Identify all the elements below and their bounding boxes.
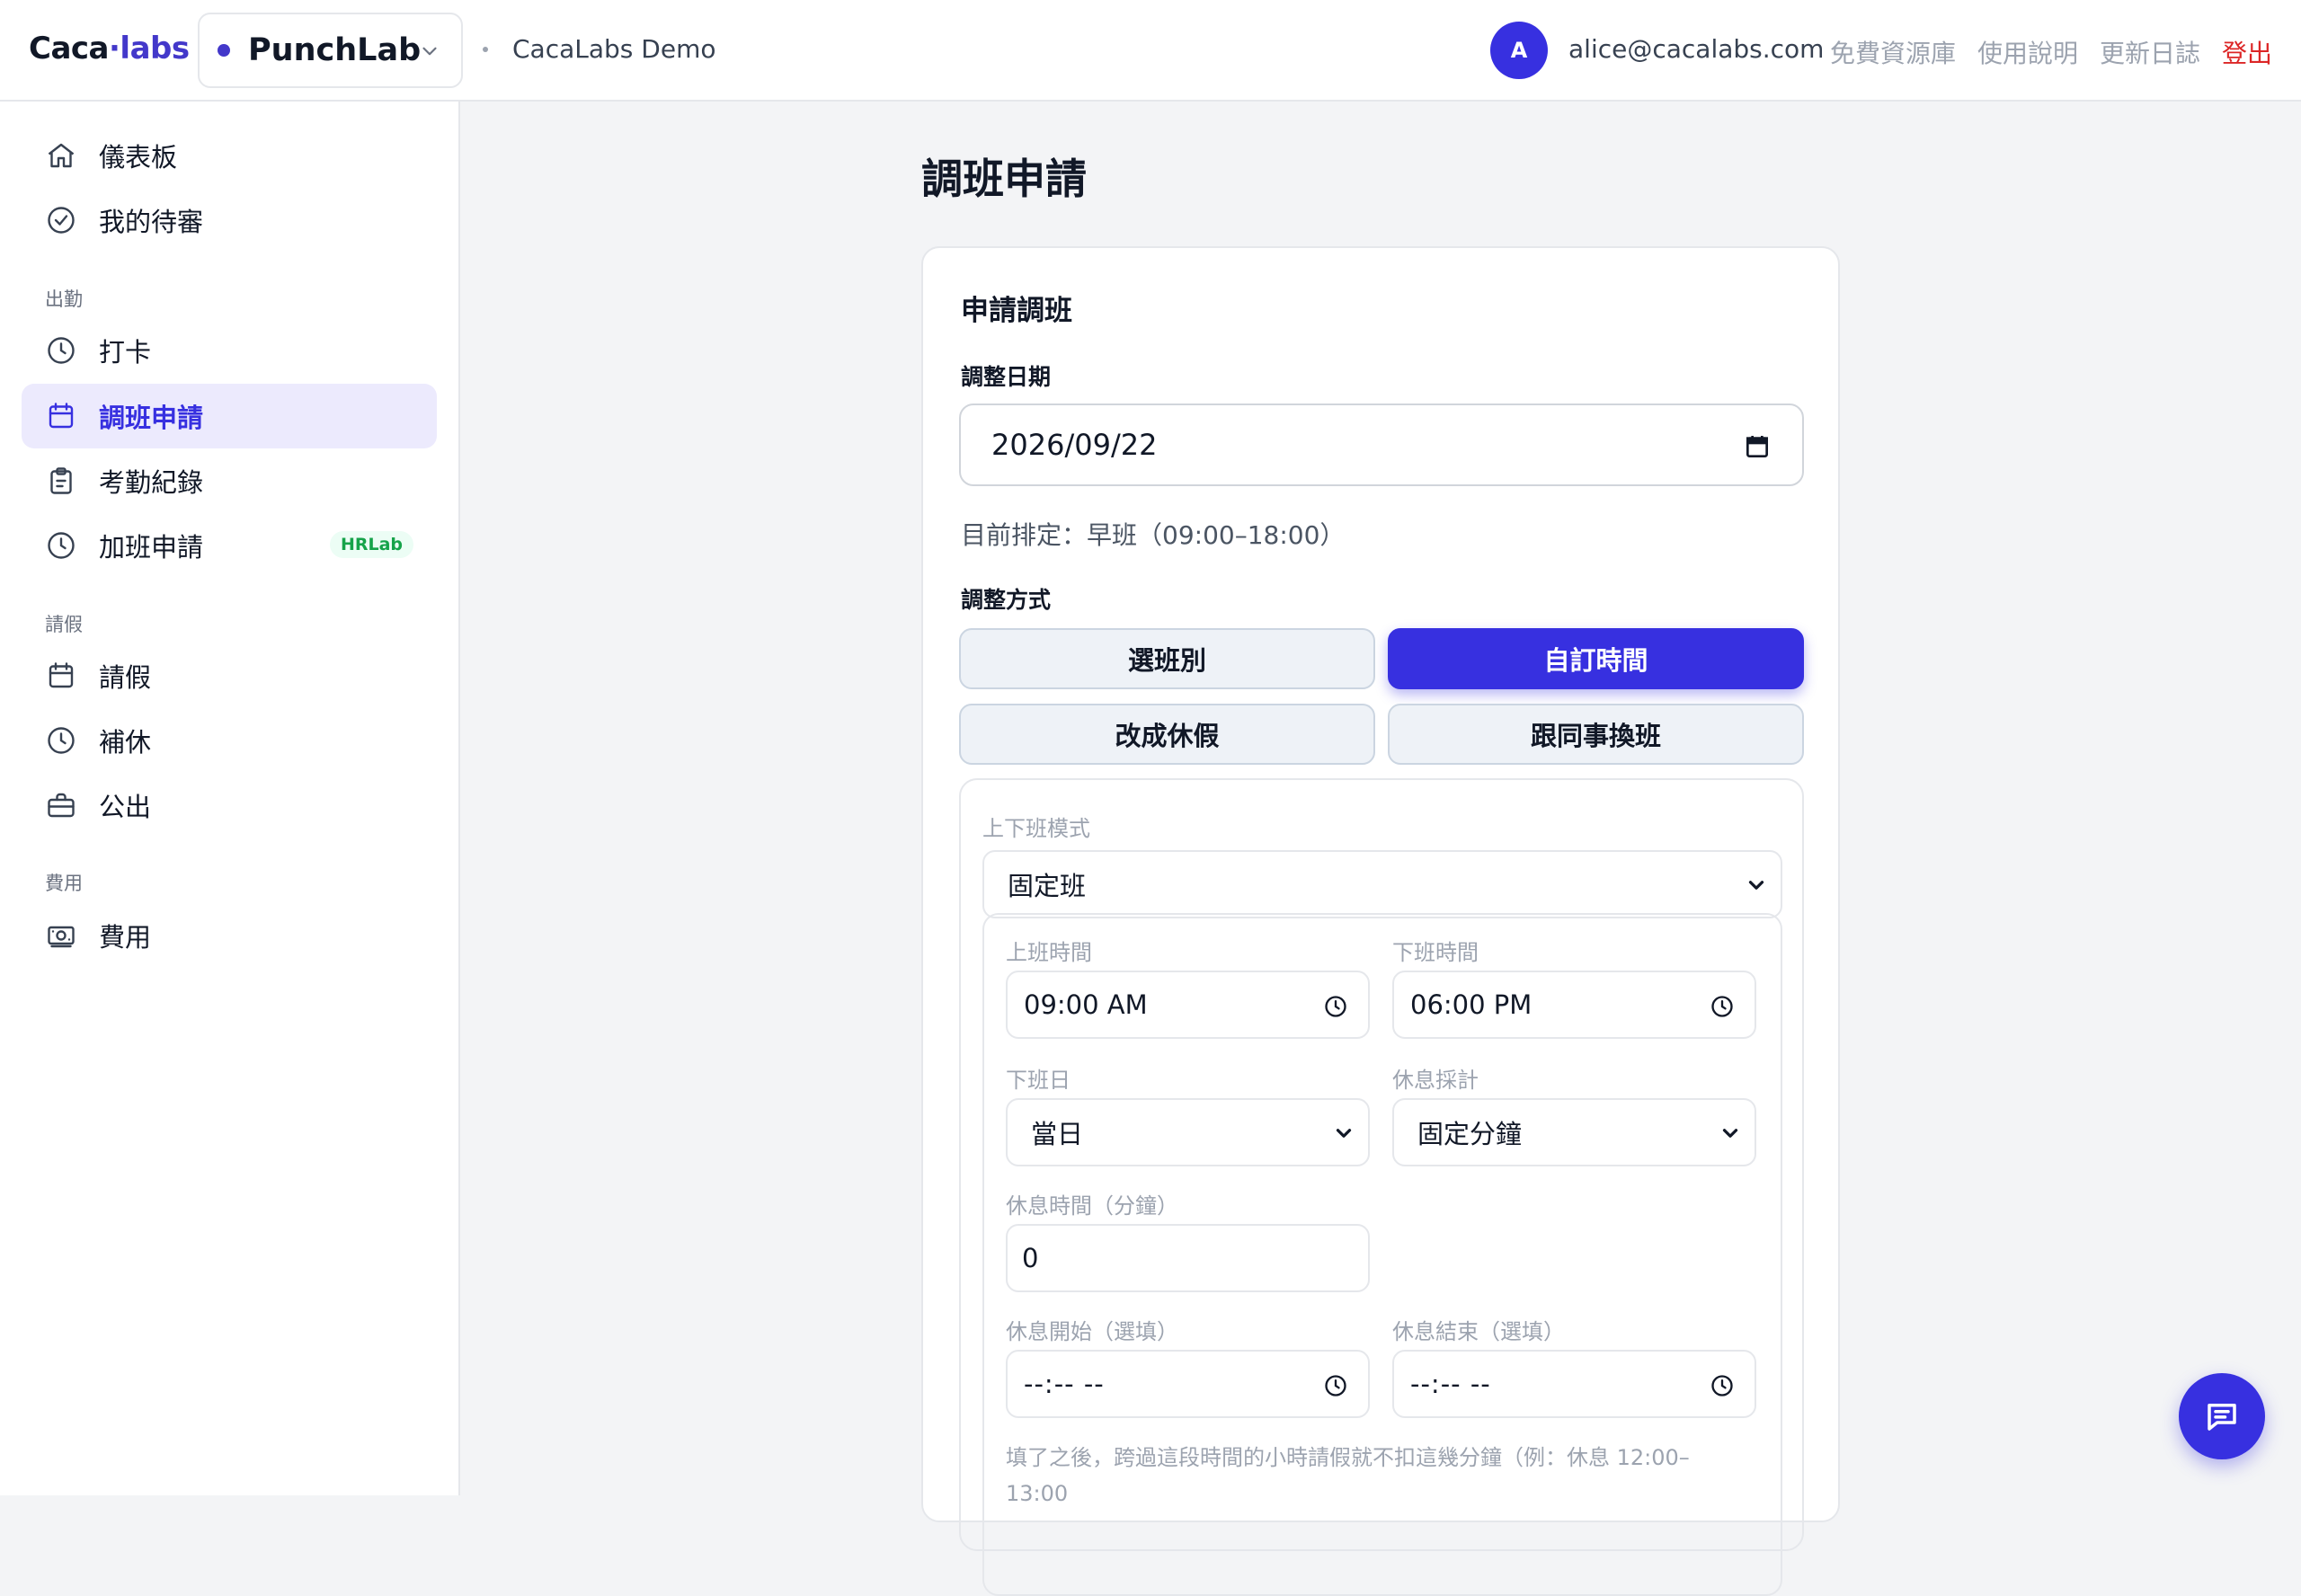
fixed-shift-panel: 上班時間 09:00 AM 下班時間 06:00 PM 下班日 當日 休息採計 … (982, 913, 1782, 1596)
sidebar-item-label: 費用 (99, 922, 152, 953)
start-time-input[interactable]: 09:00 AM (1006, 971, 1370, 1039)
chevron-down-icon (1748, 881, 1764, 890)
sidebar-item-comp-time[interactable]: 補休 (22, 708, 437, 773)
section-title-attendance: 出勤 (45, 288, 83, 310)
sidebar-item-label: 我的待審 (99, 207, 204, 237)
sidebar-item-label: 補休 (99, 727, 152, 758)
break-start-label: 休息開始（選填） (1006, 1319, 1178, 1344)
hrlab-badge: HRLab (329, 531, 413, 558)
sidebar-item-my-pending[interactable]: 我的待審 (22, 188, 437, 253)
mode-label: 調整方式 (961, 587, 1052, 613)
sidebar-item-leave[interactable]: 請假 (22, 643, 437, 708)
avatar[interactable]: A (1490, 22, 1548, 79)
clock-icon[interactable] (1323, 994, 1348, 1019)
end-time-label: 下班時間 (1392, 940, 1479, 965)
custom-time-panel: 上下班模式 固定班 上班時間 09:00 AM 下班時間 06:00 PM 下班… (959, 778, 1804, 1596)
break-end-input[interactable]: --:-- -- (1392, 1350, 1756, 1418)
work-mode-label: 上下班模式 (982, 816, 1090, 841)
current-schedule-note: 目前排定：早班（09:00–18:00） (961, 520, 1346, 550)
swap-with-colleague-button[interactable]: 跟同事換班 (1388, 704, 1804, 765)
choose-shift-button[interactable]: 選班別 (959, 628, 1375, 689)
sidebar-item-punch[interactable]: 打卡 (22, 318, 437, 383)
product-name: PunchLab (248, 32, 422, 68)
work-mode-value: 固定班 (1008, 871, 1087, 901)
brand-logo[interactable]: Caca·labs (29, 31, 190, 66)
work-mode-select[interactable]: 固定班 (982, 850, 1782, 918)
end-time-input[interactable]: 06:00 PM (1392, 971, 1756, 1039)
start-time-value: 09:00 AM (1024, 989, 1148, 1020)
sidebar-item-attendance-records[interactable]: 考勤紀錄 (22, 448, 437, 513)
logout-link[interactable]: 登出 (2222, 34, 2272, 70)
chat-icon (2208, 1404, 2236, 1431)
end-time-value: 06:00 PM (1410, 989, 1533, 1020)
end-day-label: 下班日 (1006, 1068, 1071, 1093)
sidebar-item-dashboard[interactable]: 儀表板 (22, 123, 437, 188)
home-icon (45, 139, 77, 172)
sidebar-item-label: 打卡 (99, 337, 152, 368)
user-email: alice@cacalabs.com (1568, 34, 1825, 64)
break-end-value: --:-- -- (1410, 1369, 1491, 1399)
section-title-expense: 費用 (45, 873, 83, 894)
guide-link[interactable]: 使用說明 (1977, 34, 2078, 70)
changelog-link[interactable]: 更新日誌 (2100, 34, 2200, 70)
break-start-input[interactable]: --:-- -- (1006, 1350, 1370, 1418)
calendar-icon (45, 400, 77, 432)
clipboard-icon (45, 465, 77, 497)
sidebar-item-shift-request[interactable]: 調班申請 (22, 384, 437, 448)
calendar-icon (45, 660, 77, 692)
calendar-icon[interactable] (1743, 432, 1772, 461)
end-day-value: 當日 (1031, 1119, 1084, 1149)
sidebar-item-label: 加班申請 (99, 532, 204, 563)
chevron-down-icon (1722, 1129, 1738, 1138)
clock-icon[interactable] (1710, 1373, 1735, 1398)
clock-icon (45, 334, 77, 367)
clock-icon[interactable] (1710, 994, 1735, 1019)
money-icon (45, 919, 77, 952)
sidebar-item-label: 考勤紀錄 (99, 467, 204, 498)
sidebar-item-overtime-request[interactable]: 加班申請 HRLab (22, 513, 437, 578)
break-minutes-input[interactable]: 0 (1006, 1224, 1370, 1292)
break-calc-value: 固定分鐘 (1417, 1119, 1523, 1149)
change-to-leave-button[interactable]: 改成休假 (959, 704, 1375, 765)
briefcase-icon (45, 789, 77, 821)
card-title: 申請調班 (961, 295, 1072, 327)
clock-icon[interactable] (1323, 1373, 1348, 1398)
resources-link[interactable]: 免費資源庫 (1830, 34, 1956, 70)
sidebar-item-label: 儀表板 (99, 142, 178, 173)
shift-request-card: 申請調班 調整日期 2026/09/22 目前排定：早班（09:00–18:00… (921, 246, 1840, 1596)
chevron-down-icon (422, 47, 437, 56)
break-end-label: 休息結束（選填） (1392, 1319, 1565, 1344)
org-name: CacaLabs Demo (512, 34, 716, 64)
break-hint-text: 填了之後，跨過這段時間的小時請假就不扣這幾分鐘（例：休息 12:00–13:00 (1006, 1445, 1690, 1506)
top-bar: Caca·labs PunchLab CacaLabs Demo A alice… (0, 0, 2301, 102)
date-value: 2026/09/22 (991, 428, 1158, 462)
sidebar-item-label: 調班申請 (99, 403, 204, 433)
clock-icon (45, 724, 77, 757)
sidebar: 儀表板 我的待審 出勤 打卡 調班申請 考勤紀錄 加班申請 HRLab 請假 請… (0, 102, 460, 1495)
separator-dot (483, 47, 488, 52)
sidebar-item-label: 請假 (99, 662, 152, 693)
sidebar-item-expense[interactable]: 費用 (22, 903, 437, 968)
page-title: 調班申請 (921, 155, 1087, 203)
sidebar-item-label: 公出 (99, 792, 152, 822)
clock-icon (45, 529, 77, 562)
end-day-select[interactable]: 當日 (1006, 1098, 1370, 1166)
start-time-label: 上班時間 (1006, 940, 1092, 965)
chat-button[interactable] (2179, 1373, 2265, 1459)
check-circle-icon (45, 204, 77, 236)
break-minutes-value: 0 (1022, 1243, 1039, 1273)
date-field[interactable]: 2026/09/22 (959, 403, 1804, 486)
product-switcher[interactable]: PunchLab (198, 13, 463, 88)
custom-time-button[interactable]: 自訂時間 (1388, 628, 1804, 689)
break-calc-label: 休息採計 (1392, 1068, 1479, 1093)
break-calc-select[interactable]: 固定分鐘 (1392, 1098, 1756, 1166)
chevron-down-icon (1336, 1129, 1352, 1138)
section-title-leave: 請假 (45, 614, 83, 635)
product-status-dot (218, 44, 230, 57)
date-label: 調整日期 (961, 364, 1052, 390)
break-start-value: --:-- -- (1024, 1369, 1105, 1399)
sidebar-item-business-trip[interactable]: 公出 (22, 773, 437, 838)
break-minutes-label: 休息時間（分鐘） (1006, 1193, 1178, 1219)
